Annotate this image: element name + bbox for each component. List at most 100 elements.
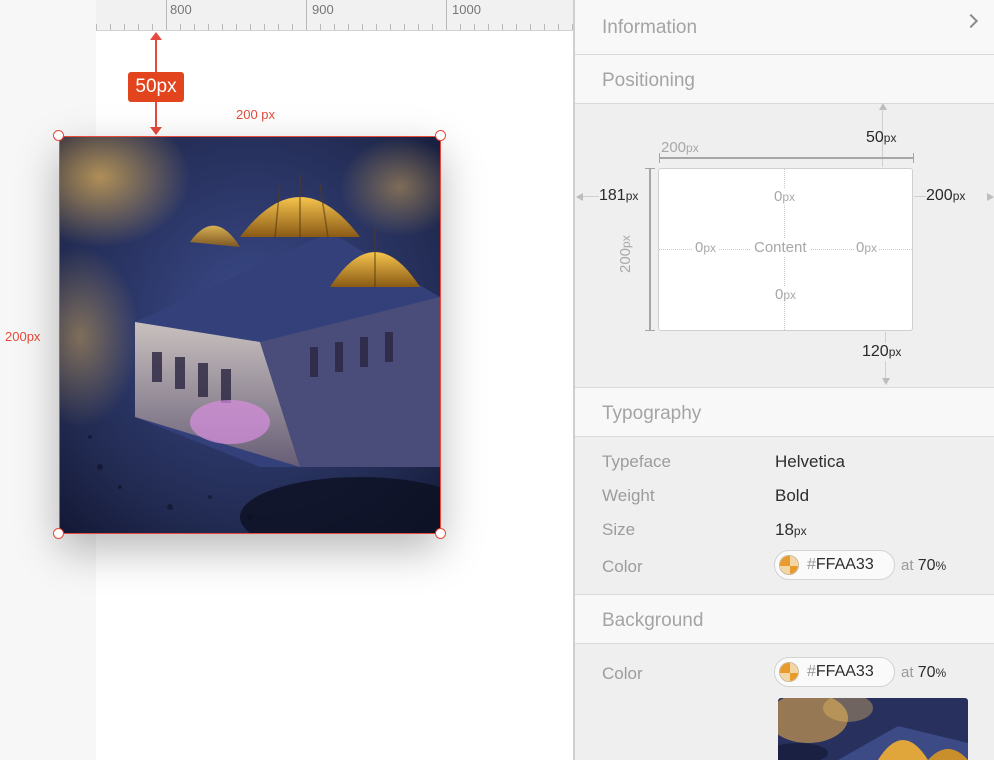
weight-value[interactable]: Bold	[775, 486, 809, 506]
background-color-hex: #FFAA33	[807, 663, 874, 680]
ruler-label: 800	[170, 2, 192, 17]
information-section-header[interactable]: Information	[575, 0, 994, 55]
ruler-minor-tick	[138, 24, 139, 30]
spacing-line-bottom	[155, 102, 157, 130]
positioning-diagram: 50px 200px 200px 181px 200px 0px 0px Con…	[575, 103, 994, 387]
top-offset-value: 50px	[866, 129, 897, 146]
resize-handle-bottom-right[interactable]	[435, 528, 446, 539]
ruler-minor-tick	[418, 24, 419, 30]
ruler-minor-tick	[348, 24, 349, 30]
ruler-minor-tick	[516, 24, 517, 30]
ruler-minor-tick	[432, 24, 433, 30]
background-image-thumbnail[interactable]	[778, 698, 968, 760]
ruler-minor-tick	[558, 24, 559, 30]
information-title: Information	[602, 17, 698, 38]
typography-section-header[interactable]: Typography	[575, 387, 994, 437]
ruler-minor-tick	[194, 24, 195, 30]
box-model-content: 0px 0px Content 0px 0px	[658, 168, 913, 331]
ruler-major-tick	[446, 0, 447, 30]
box-height-value: 200px	[617, 235, 634, 273]
ruler-minor-tick	[124, 24, 125, 30]
selected-image[interactable]	[59, 136, 441, 534]
typeface-label: Typeface	[602, 452, 671, 471]
chevron-right-icon[interactable]	[963, 13, 979, 29]
arrow-right-icon	[987, 193, 994, 201]
padding-left-value: 0px	[693, 239, 719, 256]
ruler-minor-tick	[110, 24, 111, 30]
width-guide-cap-right	[913, 153, 914, 163]
horizontal-ruler: 800 900 1000	[96, 0, 574, 31]
ruler-minor-tick	[96, 24, 97, 30]
inspector-panel: Information Positioning 50px 200px 200px	[575, 0, 994, 760]
ruler-label: 900	[312, 2, 334, 17]
typography-title: Typography	[602, 403, 702, 424]
selection-height-label: 200px	[5, 329, 41, 344]
arrow-down-icon	[882, 378, 890, 385]
size-value[interactable]: 18px	[775, 520, 807, 540]
arrow-left-icon	[576, 193, 583, 201]
background-color-opacity: at 70%	[901, 664, 947, 681]
app-root: 800 900 1000 50px 200 px 200px Informati…	[0, 0, 994, 760]
palace-photo-illustration	[60, 137, 440, 533]
right-guide-line-a	[914, 196, 926, 197]
text-color-picker[interactable]: #FFAA33	[774, 550, 895, 580]
size-label: Size	[602, 520, 636, 539]
text-color-label: Color	[602, 557, 643, 576]
background-title: Background	[602, 610, 704, 631]
ruler-label: 1000	[452, 2, 481, 17]
ruler-minor-tick	[390, 24, 391, 30]
ruler-minor-tick	[460, 24, 461, 30]
box-width-value: 200px	[661, 139, 699, 156]
arrow-up-icon	[879, 103, 887, 110]
ruler-minor-tick	[334, 24, 335, 30]
ruler-minor-tick	[404, 24, 405, 30]
spacing-badge: 50px	[128, 72, 184, 102]
ruler-minor-tick	[264, 24, 265, 30]
ruler-minor-tick	[236, 24, 237, 30]
text-color-opacity: at 70%	[901, 557, 947, 574]
ruler-minor-tick	[180, 24, 181, 30]
width-guide-line	[659, 157, 914, 159]
bottom-offset-value: 120px	[860, 343, 904, 361]
padding-right-value: 0px	[854, 239, 880, 256]
ruler-minor-tick	[530, 24, 531, 30]
ruler-minor-tick	[474, 24, 475, 30]
ruler-major-tick	[306, 0, 307, 30]
resize-handle-top-left[interactable]	[53, 130, 64, 141]
resize-handle-top-right[interactable]	[435, 130, 446, 141]
content-label: Content	[751, 239, 810, 256]
left-offset-value: 181px	[599, 187, 639, 204]
ruler-minor-tick	[208, 24, 209, 30]
background-color-label: Color	[602, 664, 643, 683]
height-guide-line	[649, 168, 651, 331]
ruler-minor-tick	[488, 24, 489, 30]
ruler-minor-tick	[250, 24, 251, 30]
color-swatch-icon	[779, 555, 799, 575]
color-swatch-icon	[779, 662, 799, 682]
text-color-hex: #FFAA33	[807, 556, 874, 573]
background-section-header[interactable]: Background	[575, 594, 994, 644]
ruler-minor-tick	[544, 24, 545, 30]
left-guide-line	[583, 196, 599, 197]
spacing-arrow-down-icon	[150, 127, 162, 135]
ruler-minor-tick	[222, 24, 223, 30]
ruler-major-tick	[166, 0, 167, 30]
ruler-minor-tick	[362, 24, 363, 30]
background-color-picker[interactable]: #FFAA33	[774, 657, 895, 687]
ruler-minor-tick	[376, 24, 377, 30]
ruler-minor-tick	[152, 24, 153, 30]
padding-bottom-value: 0px	[773, 286, 799, 303]
ruler-minor-tick	[320, 24, 321, 30]
weight-label: Weight	[602, 486, 655, 505]
positioning-section-header[interactable]: Positioning	[575, 54, 994, 104]
selection-width-label: 200 px	[236, 107, 276, 122]
padding-top-value: 0px	[772, 188, 798, 205]
typeface-value[interactable]: Helvetica	[775, 452, 845, 472]
height-guide-cap-bottom	[645, 330, 655, 331]
width-guide-cap-left	[659, 153, 660, 163]
ruler-minor-tick	[292, 24, 293, 30]
resize-handle-bottom-left[interactable]	[53, 528, 64, 539]
positioning-title: Positioning	[602, 70, 695, 91]
ruler-minor-tick	[278, 24, 279, 30]
right-offset-value: 200px	[926, 187, 966, 204]
